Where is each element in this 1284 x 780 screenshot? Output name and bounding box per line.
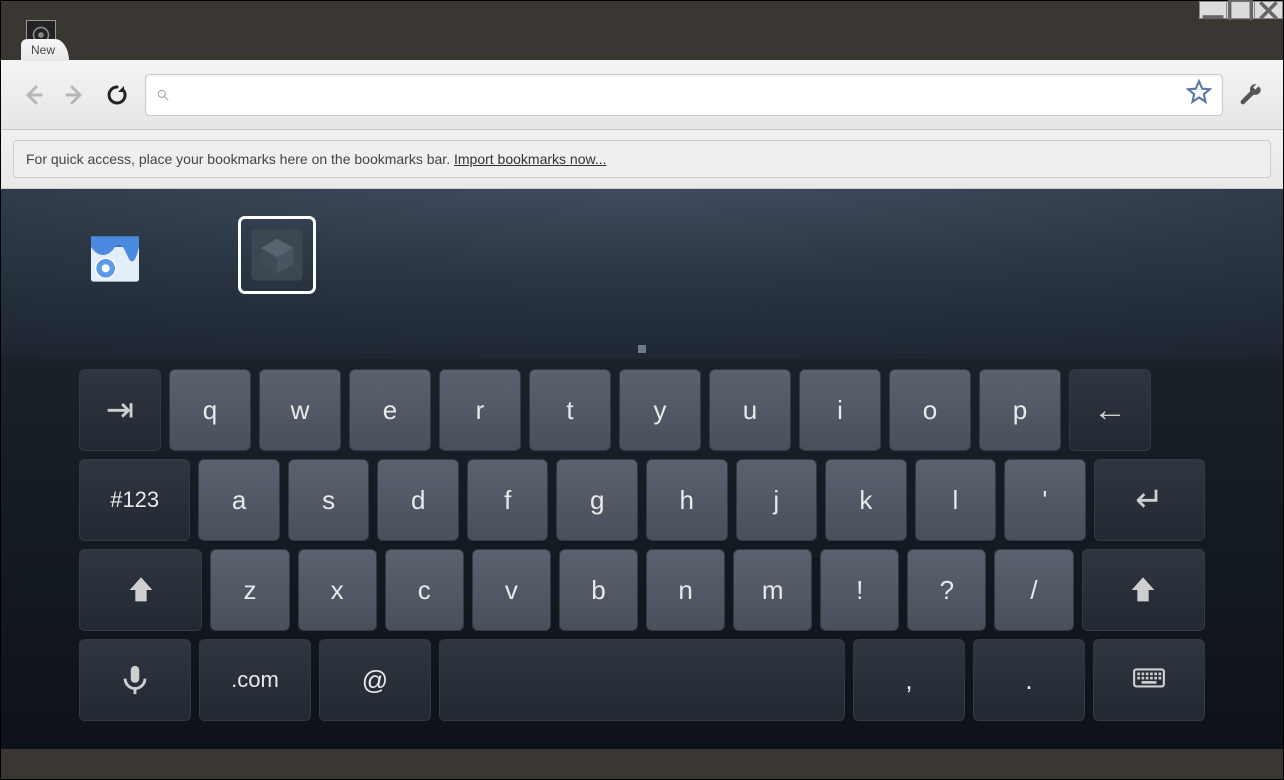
bookmark-star-button[interactable]: [1186, 79, 1212, 110]
key-z[interactable]: z: [210, 549, 289, 631]
key-c[interactable]: c: [385, 549, 464, 631]
keyboard-row-2: #123 a s d f g h j k l ' ↵: [79, 459, 1205, 541]
comma-key[interactable]: ,: [853, 639, 965, 721]
on-screen-keyboard: ⇥ q w e r t y u i o p ← #123 a s d f g h…: [1, 359, 1283, 749]
key-i[interactable]: i: [799, 369, 881, 451]
keyboard-row-3: z x c v b n m ! ? /: [79, 549, 1205, 631]
mic-key[interactable]: [79, 639, 191, 721]
app-tile-web-store[interactable]: [79, 219, 151, 291]
key-h[interactable]: h: [646, 459, 728, 541]
reload-button[interactable]: [103, 81, 131, 109]
space-key[interactable]: [439, 639, 845, 721]
key-x[interactable]: x: [298, 549, 377, 631]
window-titlebar: [1, 1, 1283, 20]
import-bookmarks-link[interactable]: Import bookmarks now...: [454, 151, 607, 167]
key-e[interactable]: e: [349, 369, 431, 451]
enter-key[interactable]: ↵: [1094, 459, 1205, 541]
at-key[interactable]: @: [319, 639, 431, 721]
period-key[interactable]: .: [973, 639, 1085, 721]
key-m[interactable]: m: [733, 549, 812, 631]
address-bar[interactable]: [145, 74, 1223, 116]
app-tile-cube[interactable]: [241, 219, 313, 291]
back-button[interactable]: [19, 81, 47, 109]
key-l[interactable]: l: [915, 459, 997, 541]
key-r[interactable]: r: [439, 369, 521, 451]
key-question[interactable]: ?: [907, 549, 986, 631]
forward-button[interactable]: [61, 81, 89, 109]
key-g[interactable]: g: [556, 459, 638, 541]
bookmarks-bar: For quick access, place your bookmarks h…: [1, 130, 1283, 189]
key-v[interactable]: v: [472, 549, 551, 631]
key-j[interactable]: j: [736, 459, 818, 541]
window-controls: [1199, 1, 1283, 19]
navigation-toolbar: [1, 60, 1283, 130]
bookmarks-hint: For quick access, place your bookmarks h…: [13, 140, 1271, 178]
key-apostrophe[interactable]: ': [1004, 459, 1086, 541]
maximize-button[interactable]: [1227, 1, 1255, 19]
search-icon: [156, 88, 170, 102]
settings-wrench-button[interactable]: [1237, 81, 1265, 109]
key-n[interactable]: n: [646, 549, 725, 631]
new-tab-page: [1, 189, 1283, 359]
tab-title: New: [31, 43, 55, 57]
key-exclaim[interactable]: !: [820, 549, 899, 631]
key-k[interactable]: k: [825, 459, 907, 541]
key-y[interactable]: y: [619, 369, 701, 451]
keyboard-row-4: .com @ , .: [79, 639, 1205, 721]
key-o[interactable]: o: [889, 369, 971, 451]
key-w[interactable]: w: [259, 369, 341, 451]
key-q[interactable]: q: [169, 369, 251, 451]
shift-right-key[interactable]: [1082, 549, 1205, 631]
tab-key[interactable]: ⇥: [79, 369, 161, 451]
shift-left-key[interactable]: [79, 549, 202, 631]
backspace-key[interactable]: ←: [1069, 369, 1151, 451]
keyboard-row-1: ⇥ q w e r t y u i o p ←: [79, 369, 1205, 451]
browser-window: New For quick access, place your bookmar…: [0, 0, 1284, 780]
minimize-button[interactable]: [1199, 1, 1227, 19]
key-p[interactable]: p: [979, 369, 1061, 451]
tab-new[interactable]: New: [21, 39, 69, 61]
tab-strip: New: [1, 20, 1283, 60]
key-b[interactable]: b: [559, 549, 638, 631]
key-u[interactable]: u: [709, 369, 791, 451]
url-input[interactable]: [178, 86, 1178, 103]
hide-keyboard-key[interactable]: [1093, 639, 1205, 721]
dot-com-key[interactable]: .com: [199, 639, 311, 721]
symbols-key[interactable]: #123: [79, 459, 190, 541]
key-slash[interactable]: /: [994, 549, 1073, 631]
bookmarks-hint-text: For quick access, place your bookmarks h…: [26, 151, 454, 167]
close-button[interactable]: [1255, 1, 1283, 19]
key-a[interactable]: a: [198, 459, 280, 541]
key-s[interactable]: s: [288, 459, 370, 541]
key-t[interactable]: t: [529, 369, 611, 451]
key-f[interactable]: f: [467, 459, 549, 541]
key-d[interactable]: d: [377, 459, 459, 541]
page-indicator-dot[interactable]: [638, 345, 646, 353]
